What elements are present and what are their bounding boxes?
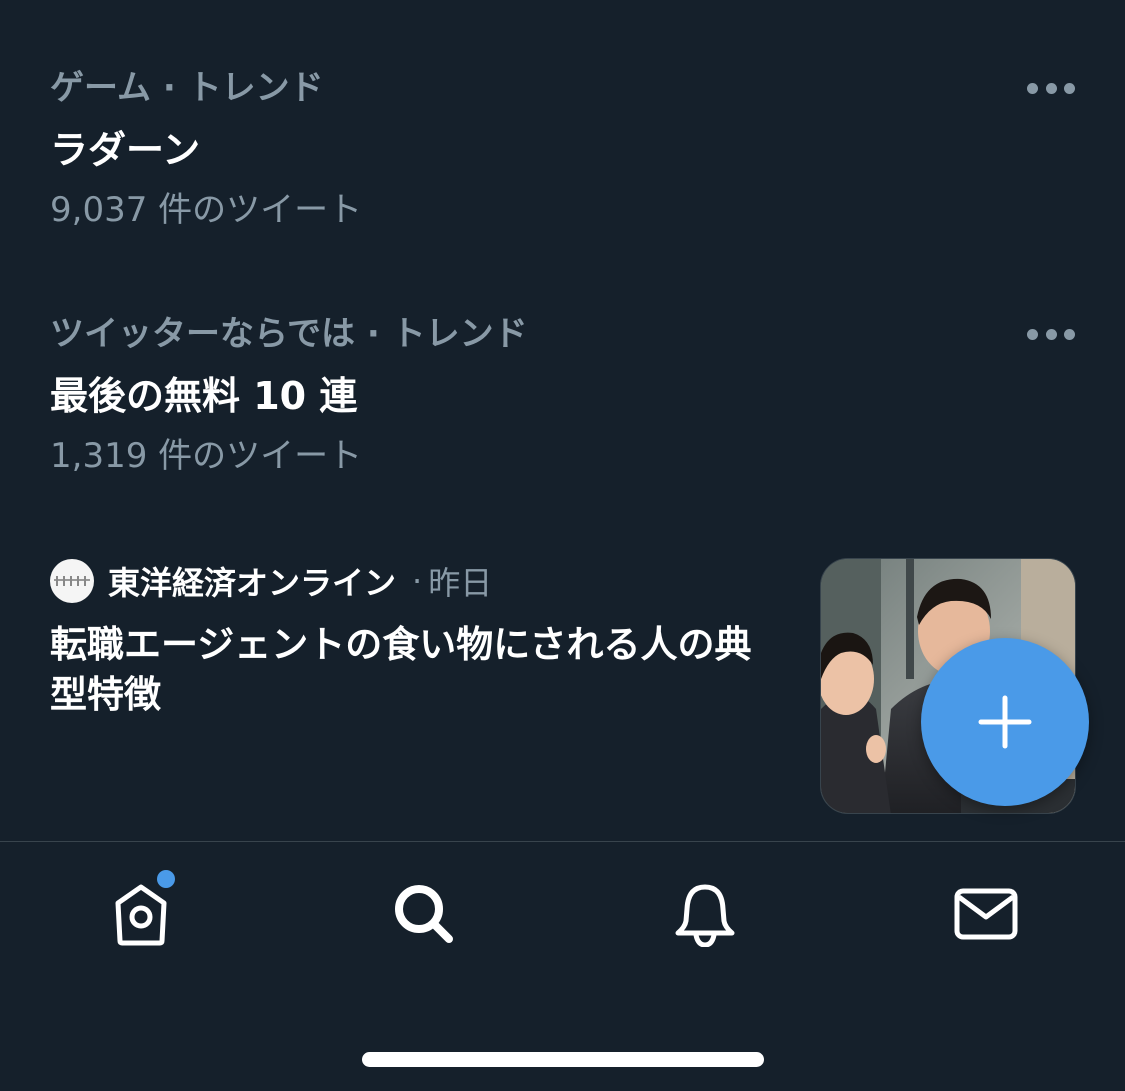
source-logo-icon — [54, 576, 90, 586]
trend-tweet-count: 1,319 件のツイート — [50, 436, 363, 476]
news-timestamp: 昨日 — [428, 564, 493, 602]
trend-title: ラダーン — [50, 128, 201, 172]
trend-category: ツイッターならでは · トレンド — [50, 314, 528, 354]
news-source-row: 東洋経済オンライン · 昨日 — [50, 558, 492, 604]
news-source-name: 東洋経済オンライン — [108, 564, 397, 602]
more-options-button[interactable] — [1027, 324, 1075, 344]
news-separator: · — [412, 562, 423, 600]
tab-messages[interactable] — [946, 874, 1026, 954]
news-headline: 転職エージェントの食い物にされる人の典型特徴 — [50, 623, 752, 716]
bell-icon — [675, 884, 735, 947]
plus-icon — [978, 695, 1032, 749]
more-options-button[interactable] — [1027, 78, 1075, 98]
home-indicator[interactable] — [362, 1052, 764, 1067]
trend-title: 最後の無料 10 連 — [50, 374, 358, 418]
trend-item[interactable]: ツイッターならでは · トレンド 最後の無料 10 連 1,319 件のツイート — [50, 314, 1075, 476]
compose-tweet-button[interactable] — [921, 638, 1089, 806]
more-horizontal-icon — [1027, 328, 1038, 340]
news-source-avatar — [50, 559, 94, 603]
tab-search[interactable] — [384, 874, 464, 954]
trend-item[interactable]: ゲーム · トレンド ラダーン 9,037 件のツイート — [50, 68, 1075, 230]
more-horizontal-icon — [1027, 82, 1038, 94]
trend-category: ゲーム · トレンド — [50, 68, 324, 108]
home-notification-dot — [157, 870, 175, 888]
trend-tweet-count: 9,037 件のツイート — [50, 190, 363, 230]
tab-notifications[interactable] — [665, 874, 745, 954]
search-icon — [395, 885, 453, 943]
news-item[interactable]: 東洋経済オンライン · 昨日 転職エージェントの食い物にされる人の典型特徴 — [50, 558, 1076, 814]
tab-home[interactable] — [101, 870, 181, 954]
mail-icon — [954, 888, 1018, 940]
home-icon — [115, 884, 167, 946]
